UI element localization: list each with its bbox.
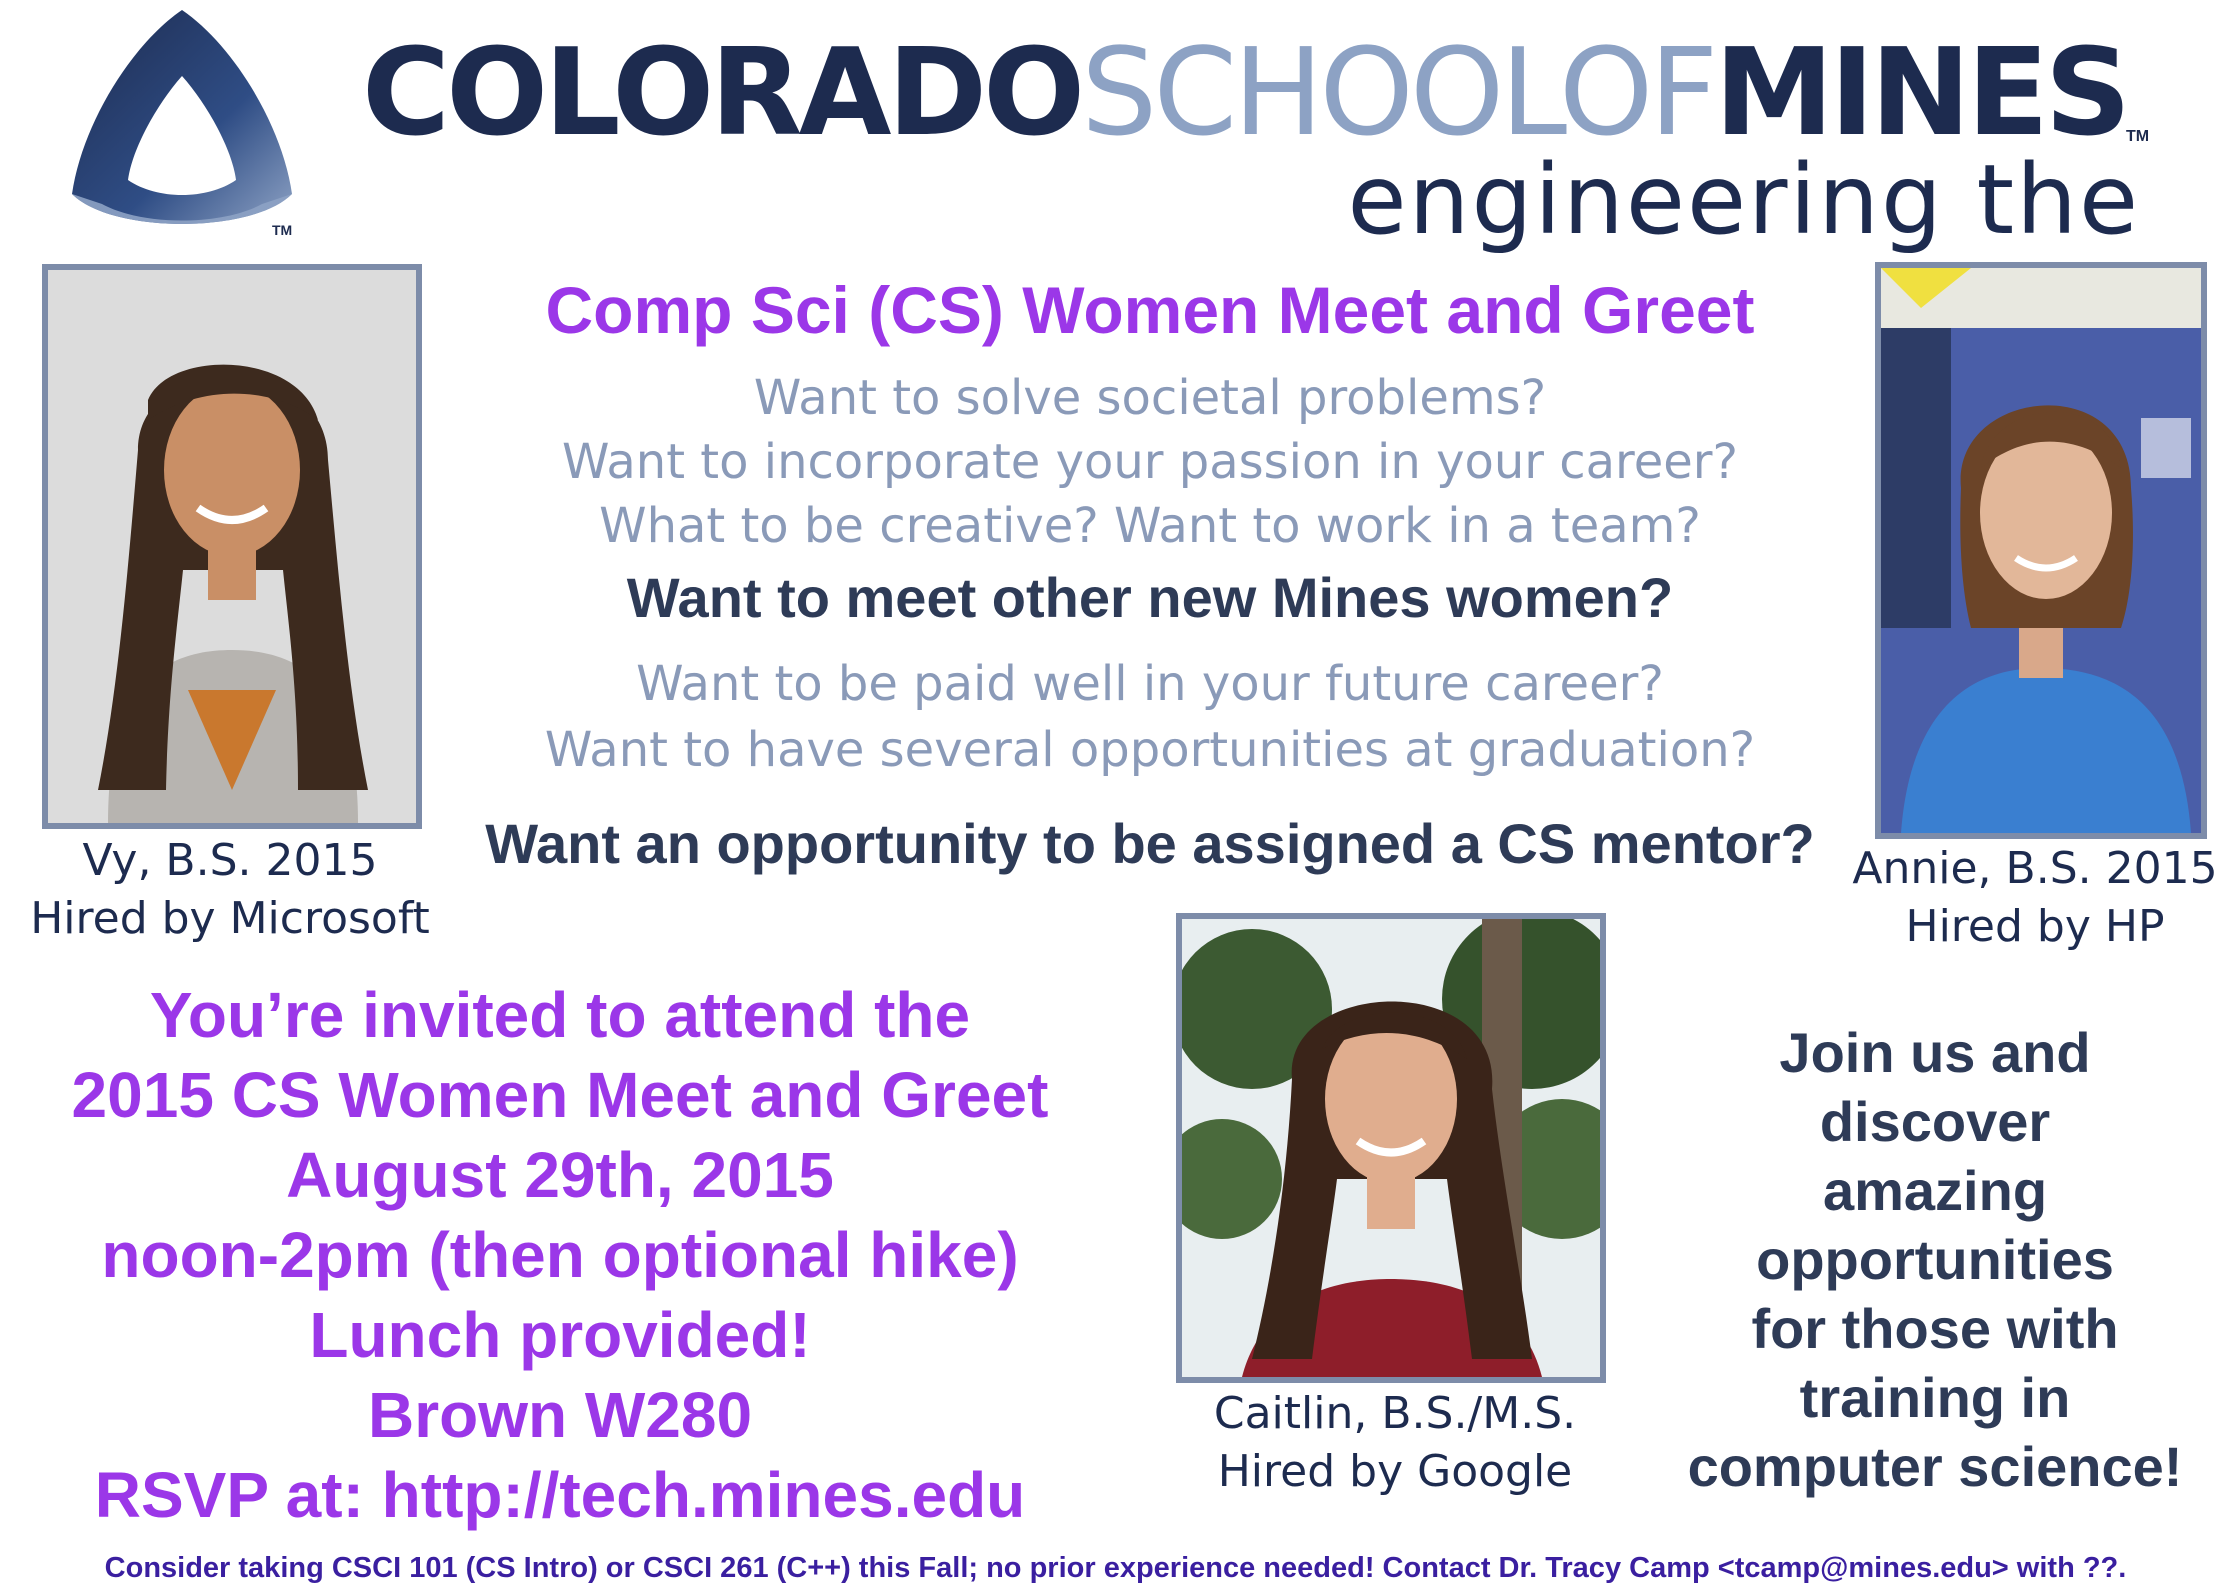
invite-line-location: Brown W280 (367, 1379, 753, 1451)
caption-vy-name: Vy, B.S. 2015 (82, 835, 378, 886)
wordmark-school-of: SCHOOLOF (1081, 24, 1718, 163)
join-line-1: Join us and (1779, 1021, 2091, 1084)
footer-note: Consider taking CSCI 101 (CS Intro) or C… (104, 1552, 2127, 1584)
question-opportunities-graduation: Want to have several opportunities at gr… (544, 722, 1756, 778)
invite-line-event-name: 2015 CS Women Meet and Greet (71, 1059, 1049, 1131)
caption-annie-name: Annie, B.S. 2015 (1852, 843, 2218, 894)
event-title: Comp Sci (CS) Women Meet and Greet (545, 273, 1755, 347)
join-line-7: computer science! (1687, 1435, 2183, 1498)
invite-line-time: noon-2pm (then optional hike) (101, 1219, 1019, 1291)
photo-caitlin (1176, 913, 1606, 1383)
wordmark-mines: MINES (1714, 24, 2131, 163)
join-line-2: discover (1819, 1090, 2051, 1153)
photo-vy (42, 264, 422, 829)
caption-caitlin-name: Caitlin, B.S./M.S. (1213, 1388, 1577, 1439)
question-societal-problems: Want to solve societal problems? (753, 370, 1547, 426)
join-line-5: for those with (1751, 1297, 2119, 1360)
question-cs-mentor: Want an opportunity to be assigned a CS … (485, 812, 1815, 875)
invite-line-invited: You’re invited to attend the (149, 979, 971, 1051)
school-wordmark: COLORADOSCHOOLOFMINES (362, 34, 2131, 154)
question-passion-career: Want to incorporate your passion in your… (561, 434, 1739, 490)
question-paid-well: Want to be paid well in your future care… (636, 656, 1664, 712)
caption-annie-employer: Hired by HP (1905, 901, 2165, 952)
caption-vy-employer: Hired by Microsoft (30, 893, 430, 944)
mines-triangle-logo-icon (62, 4, 302, 244)
caption-annie: Annie, B.S. 2015 Hired by HP (1840, 840, 2230, 956)
caption-vy: Vy, B.S. 2015 Hired by Microsoft (0, 832, 460, 948)
trademark-mark: TM (272, 222, 293, 238)
invite-line-lunch: Lunch provided! (309, 1299, 811, 1371)
wordmark-colorado: COLORADO (362, 24, 1085, 163)
join-line-4: opportunities (1756, 1228, 2114, 1291)
join-line-3: amazing (1822, 1159, 2048, 1222)
invite-line-rsvp-link[interactable]: RSVP at: http://tech.mines.edu (20, 1458, 1100, 1532)
photo-annie (1875, 262, 2207, 839)
question-creative-team: What to be creative? Want to work in a t… (599, 498, 1701, 554)
caption-caitlin-employer: Hired by Google (1217, 1446, 1573, 1497)
caption-caitlin: Caitlin, B.S./M.S. Hired by Google (1160, 1385, 1630, 1501)
question-meet-mines-women: Want to meet other new Mines women? (626, 566, 1674, 629)
join-line-6: training in (1799, 1366, 2071, 1429)
invite-line-date: August 29th, 2015 (286, 1139, 834, 1211)
